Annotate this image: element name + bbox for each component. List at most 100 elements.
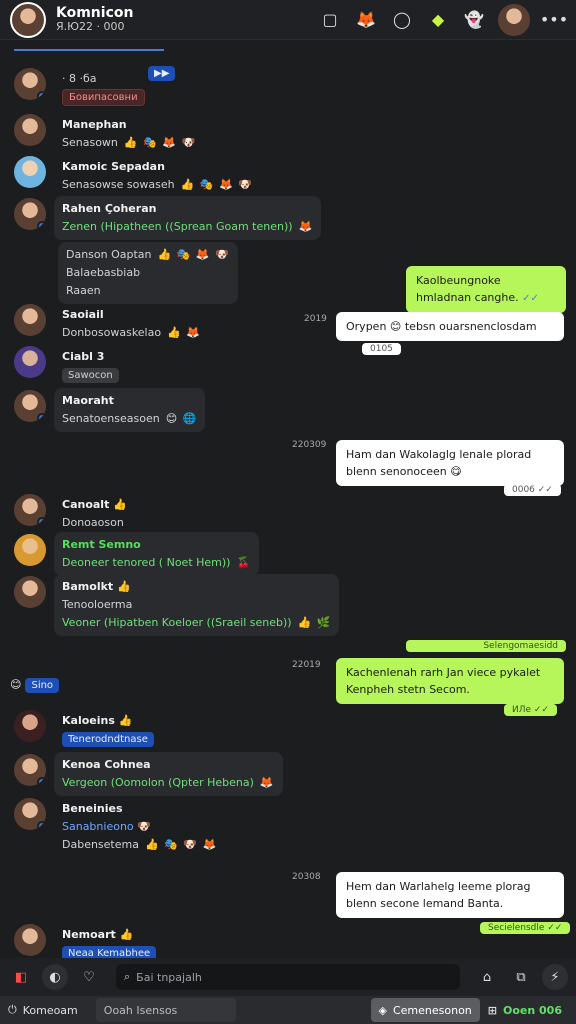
message-bubble: Saoiail Donbosowaskelao 👍 🦊 [54, 302, 209, 346]
sender-name: Kenoa Cohnea [62, 758, 151, 771]
timestamp: 22019 [292, 660, 321, 670]
reaction-emojis[interactable]: 👍 🎭 🦊 🐶 [158, 248, 230, 261]
avatar[interactable] [14, 156, 46, 188]
list-item[interactable]: Rahen Çoheran Zenen (Hipatheen ((Sprean … [14, 196, 322, 240]
header-titles: Komnicon Я.Ю22 · 000 [56, 6, 133, 34]
tag-chip[interactable]: Sino [25, 678, 60, 693]
avatar[interactable] [14, 754, 46, 786]
reaction-emojis[interactable]: 😊 🌐 [166, 412, 198, 425]
tag-chip[interactable]: Neaa Kemabhee [62, 946, 157, 958]
apps-icon[interactable]: ◧ [8, 964, 34, 990]
timestamp: 2019 [304, 314, 327, 324]
avatar[interactable] [14, 710, 46, 742]
avatar[interactable] [14, 68, 46, 100]
scroll-progress [14, 43, 164, 51]
tag-chip[interactable]: Sawocon [62, 368, 119, 383]
avatar[interactable] [14, 924, 46, 956]
outgoing-message[interactable]: Hem dan Warlahelg leeme plorag blenn sec… [336, 872, 564, 918]
list-item[interactable]: Manephan Senasown 👍 🎭 🦊 🐶 [14, 112, 204, 156]
chat-avatar[interactable] [10, 1, 46, 38]
outgoing-message[interactable]: Kaolbeungnoke hmladnan canghe. ✓✓ [406, 266, 566, 313]
list-item[interactable]: · 8 ·ба Бовипасовни [14, 66, 153, 110]
message-meta: 0105 [362, 343, 401, 355]
avatar[interactable] [14, 390, 46, 422]
list-item[interactable]: Nemoart 👍 Neaa Kemabhee [14, 922, 164, 958]
reaction-emojis[interactable]: 👍 🦊 [167, 326, 201, 339]
message-text: Balaebasbiab [66, 266, 141, 279]
list-item[interactable]: Ciabl 3 Sawocon [14, 344, 127, 388]
message-text: Orypen 😊 tebsn ouarsnenclosdam [346, 320, 537, 333]
avatar[interactable] [14, 798, 46, 830]
attach-icon[interactable]: ◐ [42, 964, 68, 990]
message-meta: Secielensdle ✓✓ [480, 922, 571, 934]
message-bubble: · 8 ·ба Бовипасовни [54, 66, 153, 110]
timestamp: 220309 [292, 440, 327, 450]
avatar[interactable] [14, 576, 46, 608]
outgoing-message[interactable]: Orypen 😊 tebsn ouarsnenclosdam [336, 312, 564, 341]
avatar[interactable] [14, 198, 46, 230]
avatar[interactable] [14, 346, 46, 378]
avatar[interactable] [14, 114, 46, 146]
search-placeholder: Бai tnpajalh [136, 970, 202, 984]
sender-name: Canoalt 👍 [62, 498, 127, 511]
list-item[interactable]: 😊 Sino [10, 678, 60, 693]
message-text: Kachenlenah rarh Jan viece pykalet Kenph… [346, 666, 541, 696]
reaction-emojis[interactable]: 👍 🎭 🦊 🐶 [124, 136, 196, 149]
list-item[interactable]: Bamolkt 👍 Tenooloerma Veoner (Hipatben K… [14, 574, 340, 636]
reaction-emojis[interactable]: 🍒 [236, 556, 251, 569]
chat-subtitle: Я.Ю22 · 000 [56, 19, 125, 33]
reaction-emojis[interactable]: 👍 🎭 🐶 🦊 [145, 838, 217, 851]
share-icon[interactable]: ⧉ [508, 964, 534, 990]
message-meta: Selengomaesidd [406, 640, 566, 652]
square-icon[interactable]: ▢ [318, 8, 342, 32]
more-options-icon[interactable]: ••• [540, 8, 568, 32]
message-bubble: Manephan Senasown 👍 🎭 🦊 🐶 [54, 112, 204, 156]
reaction-emojis[interactable]: 🦊 [260, 776, 275, 789]
bottom-bar: ⏻ Komeoam Ooah Isensos ◈ Cemenesonon ⊞ O… [0, 996, 576, 1024]
message-text: Deoneer tenored ( Noet Hem)) [62, 556, 231, 569]
list-item[interactable]: Kamoic Sepadan Senasowse sowaseh 👍 🎭 🦊 🐶 [14, 154, 261, 198]
outgoing-message[interactable]: Kachenlenah rarh Jan viece pykalet Kenph… [336, 658, 564, 704]
avatar[interactable] [14, 304, 46, 336]
list-item[interactable]: Remt Semno Deoneer tenored ( Noet Hem)) 🍒 [14, 532, 260, 576]
list-item[interactable]: Canoalt 👍 Donoaoson [14, 492, 135, 536]
shield-icon[interactable]: ♡ [76, 964, 102, 990]
message-text: Senasown [62, 136, 118, 149]
tab-search[interactable]: Ooah Isensos [95, 998, 236, 1022]
new-badge[interactable]: ▶▶ [148, 66, 176, 81]
home-icon[interactable]: ⌂ [474, 964, 500, 990]
list-item[interactable]: Beneinies Sanabnieono 🐶 Dabensetema 👍 🎭 🐶… [14, 796, 225, 858]
tab-home[interactable]: ⏻ Komeoam [0, 998, 86, 1022]
chat-area[interactable]: · 8 ·ба Бовипасовни ▶▶ Manephan Senasown… [0, 40, 576, 958]
list-item[interactable]: Kenoa Cohnea Vergeon (Oomolon (Qpter Heb… [14, 752, 283, 796]
sender-name: Bamolkt 👍 [62, 580, 131, 593]
circle-icon[interactable]: ◯ [390, 8, 414, 32]
message-text: Kaolbeungnoke hmladnan canghe. [416, 274, 519, 304]
message-text: Vergeon (Oomolon (Qpter Hebena) [62, 776, 254, 789]
list-item[interactable]: Saoiail Donbosowaskelao 👍 🦊 [14, 302, 209, 346]
lime-brand-icon[interactable]: ◆ [426, 8, 450, 32]
list-item[interactable]: Danson Oaptan 👍 🎭 🦊 🐶 Balaebasbiab Raaen [50, 242, 238, 304]
tab-active[interactable]: ◈ Cemenesonon [370, 998, 480, 1022]
tab-status[interactable]: ⊞ Ooen 006 [480, 998, 570, 1022]
profile-avatar[interactable] [498, 3, 530, 36]
list-item[interactable]: Maoraht Senatoenseasoen 😊 🌐 [14, 388, 206, 432]
message-text: Tenooloerma [62, 598, 133, 611]
avatar[interactable] [14, 534, 46, 566]
tag-chip[interactable]: Бовипасовни [62, 89, 145, 106]
reaction-emojis[interactable]: 🦊 [299, 220, 314, 233]
avatar[interactable] [14, 494, 46, 526]
fox-icon[interactable]: 🦊 [354, 8, 378, 32]
reaction-emojis[interactable]: 👍 🌿 [298, 616, 332, 629]
read-receipt-icon: ✓✓ [522, 293, 539, 304]
sender-name: Saoiail [62, 308, 104, 321]
list-item[interactable]: Kaloeins 👍 Tenerodndtnase [14, 708, 162, 752]
reaction-emojis[interactable]: 👍 🎭 🦊 🐶 [181, 178, 253, 191]
message-text: Donbosowaskelao [62, 326, 162, 339]
search-input[interactable]: ⌕ Бai tnpajalh [116, 964, 460, 990]
message-text: Zenen (Hipatheen ((Sprean Goam tenen)) [62, 220, 293, 233]
lightning-icon[interactable]: ⚡ [542, 964, 568, 990]
ghost-icon[interactable]: 👻 [462, 8, 486, 32]
tag-chip[interactable]: Tenerodndtnase [62, 732, 154, 747]
outgoing-message[interactable]: Ham dan Wakolaglg lenale plorad blenn se… [336, 440, 564, 486]
